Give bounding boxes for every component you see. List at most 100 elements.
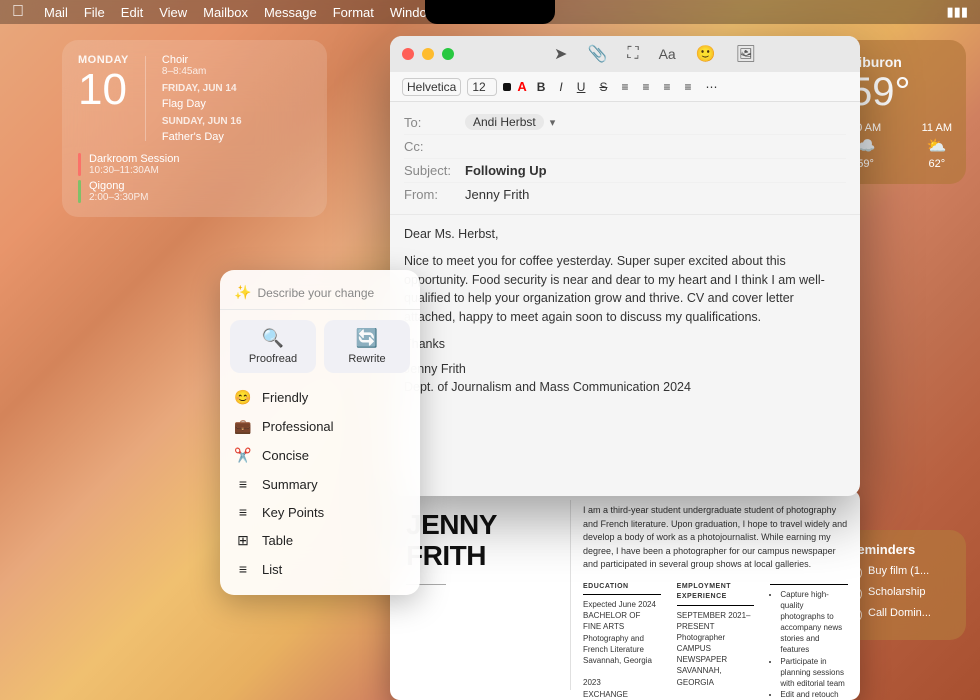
mail-fields: To: Andi Herbst ▾ Cc: Subject: Following… <box>390 102 860 215</box>
format-align-center[interactable]: ≡ <box>638 79 653 95</box>
key-points-label: Key Points <box>262 505 324 520</box>
rewrite-icon: 🔄 <box>356 328 378 349</box>
to-chevron: ▾ <box>550 116 556 129</box>
resume-employment-title: EMPLOYMENT EXPERIENCE <box>677 582 755 606</box>
weather-hour-11am: 11 AM ⛅ 62° <box>922 122 952 170</box>
key-points-icon: ≡ <box>234 504 252 520</box>
format-align-right[interactable]: ≡ <box>659 79 674 95</box>
ai-menu-summary[interactable]: ≡ Summary <box>220 470 420 498</box>
format-list[interactable]: ≡ <box>681 79 696 95</box>
friendly-icon: 😊 <box>234 389 252 406</box>
professional-label: Professional <box>262 419 334 434</box>
table-label: Table <box>262 533 293 548</box>
to-label: To: <box>404 115 459 130</box>
concise-label: Concise <box>262 448 309 463</box>
toolbar-emoji-icon[interactable]: 🙂 <box>696 44 716 64</box>
toolbar-photo-icon[interactable]: 🖼 <box>736 44 756 64</box>
proofread-icon: 🔍 <box>262 328 284 349</box>
cal-event-indicator <box>78 153 81 176</box>
cc-label: Cc: <box>404 139 459 154</box>
resume-bullets-content: Capture high-quality photographs to acco… <box>770 589 848 700</box>
cal-event-fathers-day: Father's Day <box>162 131 311 143</box>
mail-signature-name: Jenny Frith <box>404 360 846 379</box>
cal-event-indicator-2 <box>78 180 81 203</box>
ai-menu-friendly[interactable]: 😊 Friendly <box>220 383 420 412</box>
resume-employment-content: SEPTEMBER 2021–PRESENT Photographer CAMP… <box>677 610 755 688</box>
calendar-widget: MONDAY 10 Choir 8–8:45am FRIDAY, JUN 14 … <box>62 40 327 217</box>
ai-menu-table[interactable]: ⊞ Table <box>220 526 420 555</box>
menu-mail[interactable]: Mail <box>44 5 68 20</box>
professional-icon: 💼 <box>234 418 252 435</box>
cal-event-sunday-header: SUNDAY, JUN 16 <box>162 116 311 127</box>
proofread-label: Proofread <box>249 353 297 365</box>
ai-action-buttons: 🔍 Proofread 🔄 Rewrite <box>220 310 420 379</box>
menu-message[interactable]: Message <box>264 5 317 20</box>
resume-bullets-title <box>770 582 848 585</box>
minimize-button[interactable] <box>422 48 434 60</box>
friendly-label: Friendly <box>262 390 308 405</box>
apple-menu[interactable]:  <box>12 3 24 21</box>
mail-paragraph: Nice to meet you for coffee yesterday. S… <box>404 252 846 327</box>
resume-education-content: Expected June 2024 BACHELOR OF FINE ARTS… <box>583 599 661 700</box>
menu-view[interactable]: View <box>159 5 187 20</box>
cal-event-flag-day: Flag Day <box>162 98 311 110</box>
mail-salutation: Dear Ms. Herbst, <box>404 225 846 244</box>
weather-temp-11am: 62° <box>928 158 945 170</box>
mail-titlebar: ➤ 📎 ⛶ Aa 🙂 🖼 <box>390 36 860 72</box>
menu-format[interactable]: Format <box>333 5 374 20</box>
format-more[interactable]: ⋯ <box>702 79 722 95</box>
format-underline[interactable]: U <box>573 79 590 95</box>
cal-event-qigong: Qigong <box>89 180 149 192</box>
proofread-button[interactable]: 🔍 Proofread <box>230 320 316 373</box>
subject-value[interactable]: Following Up <box>465 163 547 178</box>
summary-icon: ≡ <box>234 476 252 492</box>
ai-menu-key-points[interactable]: ≡ Key Points <box>220 498 420 526</box>
ai-writing-popup: ✨ Describe your change 🔍 Proofread 🔄 Rew… <box>220 270 420 595</box>
format-align-left[interactable]: ≡ <box>617 79 632 95</box>
cal-vertical-divider <box>145 56 146 141</box>
ai-menu-list[interactable]: ≡ List <box>220 555 420 583</box>
menu-edit[interactable]: Edit <box>121 5 143 20</box>
table-icon: ⊞ <box>234 532 252 549</box>
mail-signature-dept: Dept. of Journalism and Mass Communicati… <box>404 378 846 397</box>
toolbar-font-icon[interactable]: Aa <box>659 46 676 62</box>
weather-icon-partly: ⛅ <box>927 136 947 156</box>
format-strikethrough[interactable]: S <box>595 79 611 95</box>
ai-menu-professional[interactable]: 💼 Professional <box>220 412 420 441</box>
list-label: List <box>262 562 282 577</box>
resume-bio: I am a third-year student undergraduate … <box>583 504 848 572</box>
ai-menu-concise[interactable]: ✂️ Concise <box>220 441 420 470</box>
to-value[interactable]: Andi Herbst <box>465 114 544 130</box>
maximize-button[interactable] <box>442 48 454 60</box>
toolbar-fullscreen-icon[interactable]: ⛶ <box>627 45 638 63</box>
list-icon: ≡ <box>234 561 252 577</box>
mail-body[interactable]: Dear Ms. Herbst, Nice to meet you for co… <box>390 215 860 496</box>
toolbar-send-icon[interactable]: ➤ <box>554 44 567 64</box>
mail-thanks: Thanks <box>404 335 846 354</box>
cal-event-darkroom: Darkroom Session <box>89 153 179 165</box>
from-label: From: <box>404 187 459 202</box>
reminder-item-3: Call Domin... <box>848 607 954 622</box>
ai-menu-items: 😊 Friendly 💼 Professional ✂️ Concise ≡ S… <box>220 379 420 587</box>
close-button[interactable] <box>402 48 414 60</box>
subject-label: Subject: <box>404 163 459 178</box>
weather-temp: 59° <box>850 70 952 114</box>
rewrite-label: Rewrite <box>348 353 385 365</box>
mail-format-bar: Helvetica 12 A B I U S ≡ ≡ ≡ ≡ ⋯ <box>390 72 860 102</box>
rewrite-button[interactable]: 🔄 Rewrite <box>324 320 410 373</box>
format-highlight[interactable]: A <box>517 79 526 94</box>
weather-location: Tiburon <box>850 54 952 70</box>
cal-event-choir: Choir 8–8:45am <box>162 54 311 77</box>
font-selector[interactable]: Helvetica <box>402 78 461 96</box>
toolbar-attachment-icon[interactable]: 📎 <box>587 44 607 64</box>
format-italic[interactable]: I <box>555 79 566 95</box>
menubar-battery: ▮▮▮ <box>947 4 968 20</box>
summary-label: Summary <box>262 477 318 492</box>
font-size-selector[interactable]: 12 <box>467 78 497 96</box>
menu-file[interactable]: File <box>84 5 105 20</box>
menu-mailbox[interactable]: Mailbox <box>203 5 248 20</box>
reminder-item-1: Buy film (1... <box>848 565 954 580</box>
from-value: Jenny Frith <box>465 187 529 202</box>
color-picker[interactable] <box>503 83 511 91</box>
format-bold[interactable]: B <box>533 79 550 95</box>
